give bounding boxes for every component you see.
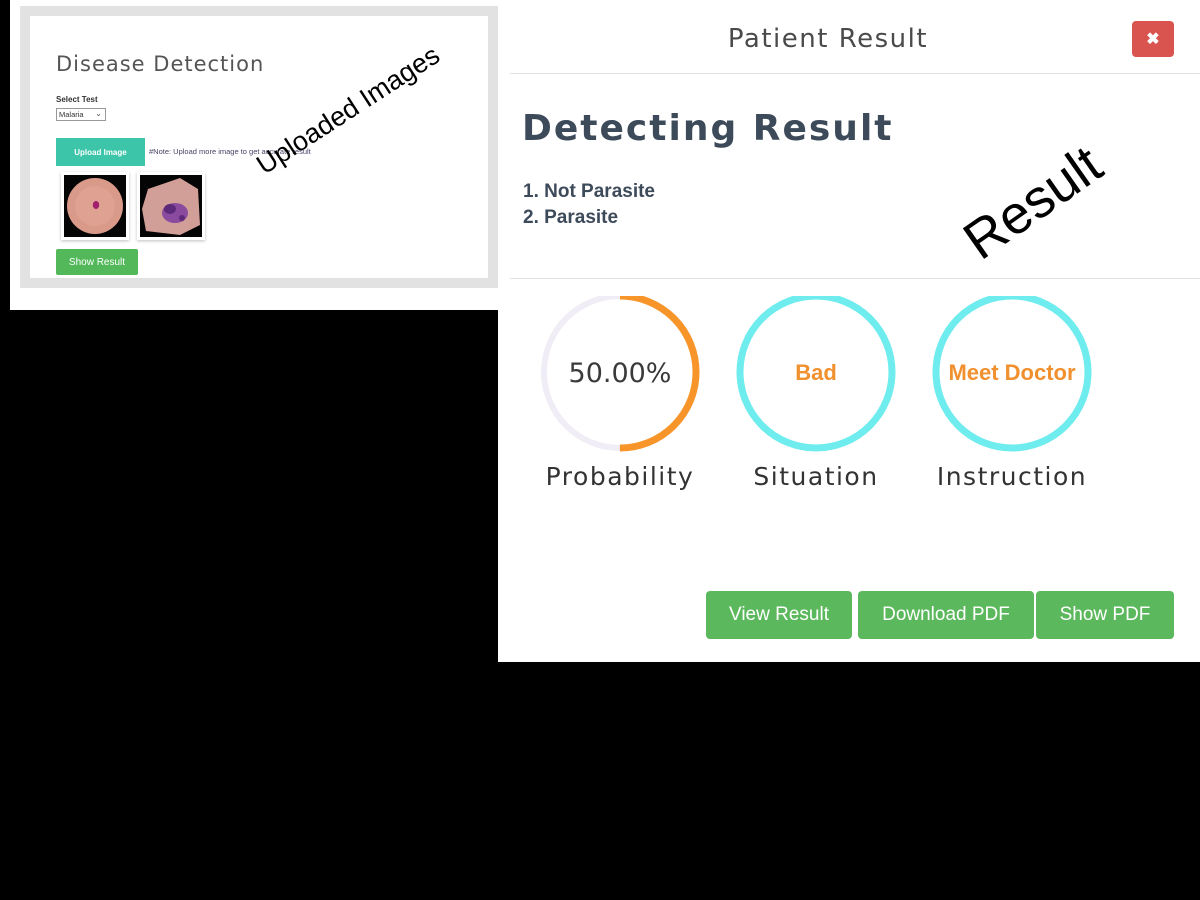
situation-caption: Situation bbox=[753, 462, 879, 491]
probability-gauge: 50.00% bbox=[538, 296, 702, 460]
parasitized-cell-image bbox=[137, 172, 205, 240]
show-result-button[interactable]: Show Result bbox=[56, 249, 138, 275]
select-test-value: Malaria bbox=[59, 110, 84, 119]
probability-value: 50.00% bbox=[568, 357, 672, 389]
disease-detection-panel: Disease Detection Select Test Malaria ⌄ … bbox=[10, 0, 520, 310]
close-icon: ✖ bbox=[1146, 31, 1160, 48]
situation-gauge: Bad bbox=[734, 296, 898, 460]
detecting-result-heading: Detecting Result bbox=[522, 108, 894, 149]
probability-caption: Probability bbox=[545, 462, 695, 491]
instruction-value: Meet Doctor bbox=[948, 360, 1076, 385]
result-annotation: Result bbox=[953, 134, 1113, 272]
result-item: 1. Not Parasite bbox=[523, 181, 655, 202]
modal-title: Patient Result bbox=[727, 24, 929, 54]
close-button[interactable]: ✖ bbox=[1132, 21, 1174, 57]
select-test-dropdown[interactable]: Malaria ⌄ bbox=[56, 108, 106, 121]
chevron-down-icon: ⌄ bbox=[95, 109, 102, 118]
uninfected-cell-image bbox=[61, 172, 129, 240]
instruction-caption: Instruction bbox=[936, 462, 1088, 491]
upload-image-button[interactable]: Upload Image bbox=[56, 138, 145, 166]
situation-value: Bad bbox=[795, 360, 837, 385]
select-test-label: Select Test bbox=[56, 95, 98, 104]
instruction-gauge: Meet Doctor bbox=[930, 296, 1094, 460]
result-item: 2. Parasite bbox=[523, 207, 619, 228]
patient-result-modal: Patient Result ✖ Detecting Result 1. Not… bbox=[498, 0, 1200, 662]
divider bbox=[510, 278, 1200, 279]
download-pdf-button[interactable]: Download PDF bbox=[858, 591, 1034, 639]
page-title: Disease Detection bbox=[56, 52, 265, 76]
show-pdf-button[interactable]: Show PDF bbox=[1036, 591, 1174, 639]
divider bbox=[510, 73, 1200, 74]
view-result-button[interactable]: View Result bbox=[706, 591, 852, 639]
